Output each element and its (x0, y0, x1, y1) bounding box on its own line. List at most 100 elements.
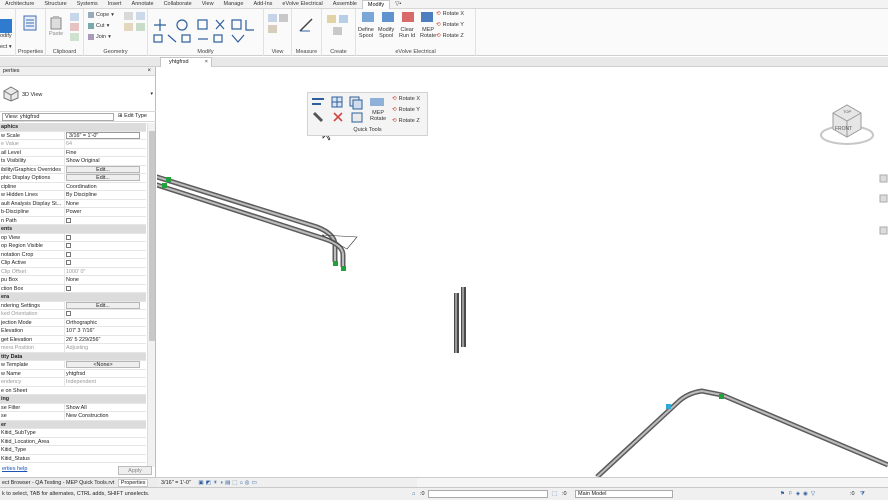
type-selector[interactable]: 3D View ▾ (0, 76, 156, 112)
property-edit-button[interactable]: <None> (66, 361, 140, 368)
qt-mep-rotate-button[interactable]: MEP Rotate (370, 110, 386, 122)
property-value[interactable]: Power (64, 208, 140, 216)
select-dropdown[interactable]: ect ▾ (0, 44, 12, 50)
property-value[interactable]: Coordination (64, 182, 140, 191)
design-options-icon[interactable]: ⬚ (552, 488, 557, 500)
connector-marker[interactable] (166, 177, 171, 182)
property-group-header[interactable]: era (0, 293, 146, 302)
route-icon[interactable] (351, 112, 363, 123)
create-parts-icon[interactable] (339, 15, 348, 23)
linework-icon[interactable] (268, 25, 277, 33)
properties-scrollbar[interactable] (147, 123, 155, 467)
connector-marker[interactable] (719, 394, 724, 399)
filter-icon[interactable]: ⧩ (860, 488, 865, 500)
demolish-icon[interactable] (136, 23, 145, 31)
ribbon-tab[interactable]: Structure (39, 0, 71, 9)
ribbon-tab[interactable]: ▽• (390, 0, 406, 9)
clear-run-id-button[interactable]: Clear Run Id (399, 27, 415, 39)
qt-rotate-z-button[interactable]: ⟲ Rotate Z (392, 118, 420, 124)
property-group-header[interactable]: aphics (0, 123, 146, 132)
modify-spool-button[interactable]: Modify Spool (378, 27, 394, 39)
view-tab-yhtgfrsd[interactable]: yhtgfrsd × (160, 57, 212, 67)
pipe-tool-icon[interactable] (312, 111, 324, 123)
override-icon[interactable] (279, 14, 288, 22)
property-value[interactable]: Fine (64, 148, 140, 157)
property-checkbox[interactable] (66, 217, 71, 223)
ribbon-tab[interactable]: Add-Ins (248, 0, 277, 9)
property-value[interactable]: New Construction (64, 412, 140, 420)
property-value[interactable]: yhtgfrsd (64, 369, 140, 378)
match-properties-icon[interactable] (70, 33, 79, 41)
workset-combo[interactable] (428, 490, 548, 498)
properties-help-link[interactable]: erties help (2, 466, 27, 472)
ribbon-tab[interactable]: Manage (219, 0, 249, 9)
zoom-icon[interactable] (879, 194, 888, 203)
paint-icon[interactable] (124, 23, 133, 31)
scroll-thumb[interactable] (149, 131, 155, 341)
copy-clip-icon[interactable] (70, 13, 79, 21)
connector-marker[interactable] (162, 183, 167, 188)
view-scale[interactable]: 3/16" = 1'-0" (161, 480, 191, 486)
ribbon-tab[interactable]: Annotate (127, 0, 159, 9)
chevron-down-icon[interactable]: ▾ (150, 91, 153, 97)
ribbon-tab[interactable]: View (197, 0, 219, 9)
vertical-pipes[interactable] (454, 287, 466, 353)
property-checkbox[interactable] (66, 234, 71, 240)
grid-icon[interactable] (331, 96, 343, 108)
properties-tab[interactable]: Properties (117, 479, 149, 487)
ribbon-tab[interactable]: eVolve Electrical (277, 0, 327, 9)
properties-icon[interactable] (23, 15, 37, 31)
define-spool-icon[interactable] (362, 12, 374, 22)
cut-clip-icon[interactable] (70, 23, 79, 31)
steering-wheel-icon[interactable] (879, 174, 888, 183)
selection-filter-icons[interactable]: ⚑⚐◈◉▽ (780, 488, 818, 500)
property-checkbox[interactable] (66, 251, 71, 257)
property-checkbox[interactable] (66, 285, 71, 291)
modify-tool-icon[interactable] (0, 19, 12, 33)
ribbon-tab[interactable]: Assemble (328, 0, 362, 9)
property-group-header[interactable]: ing (0, 395, 146, 404)
ribbon-tab[interactable]: Systems (72, 0, 103, 9)
property-edit-button[interactable]: Edit... (66, 174, 140, 181)
rotate-z-button[interactable]: ⟲ Rotate Z (436, 33, 464, 39)
ribbon-tab[interactable]: Collaborate (159, 0, 197, 9)
create-assembly-icon[interactable] (327, 15, 336, 23)
viewcube[interactable]: FRONT TOP (820, 104, 874, 145)
edit-type-button[interactable]: ⊞ Edit Type (118, 113, 147, 119)
connector-marker[interactable] (666, 404, 671, 409)
property-value[interactable]: Show All (64, 403, 140, 412)
property-value[interactable]: By Discipline (64, 191, 140, 199)
property-value[interactable]: None (64, 276, 140, 284)
property-value[interactable]: 107' 3 7/16" (64, 327, 140, 335)
view-control-icons[interactable]: ▣◩☀◑▤⬚⌂◎▭ (198, 480, 258, 486)
property-value[interactable]: Show Original (64, 157, 140, 165)
wall-joins-icon[interactable] (124, 12, 133, 20)
pipe-run-lower[interactable] (595, 388, 888, 477)
property-edit-button[interactable]: Edit... (66, 165, 140, 173)
close-icon[interactable]: × (205, 58, 208, 67)
mep-rotate-icon[interactable] (421, 12, 433, 22)
canvas-horizontal-scrollbar[interactable] (417, 477, 888, 487)
property-group-header[interactable]: ents (0, 225, 146, 234)
ribbon-tab[interactable]: Modify (361, 0, 391, 9)
measure-icon[interactable] (298, 15, 316, 35)
project-browser-tab[interactable]: ect Browser - QA Testing - MEP Quick Too… (0, 480, 116, 486)
close-icon[interactable]: × (147, 68, 151, 74)
apply-button[interactable]: Apply (118, 466, 152, 475)
cope-button[interactable]: Cope ▾ (88, 12, 114, 18)
qt-rotate-x-button[interactable]: ⟲ Rotate X (392, 96, 420, 102)
create-group-icon[interactable] (333, 27, 342, 35)
qt-rotate-y-button[interactable]: ⟲ Rotate Y (392, 107, 420, 113)
join-button[interactable]: Join ▾ (88, 34, 111, 40)
connector-marker[interactable] (341, 266, 346, 271)
property-value[interactable]: 26' 5 229/256" (64, 335, 140, 344)
transfer-icon[interactable] (370, 98, 384, 106)
rotate-y-button[interactable]: ⟲ Rotate Y (436, 22, 464, 28)
model-view[interactable]: FRONT TOP (157, 67, 888, 477)
mep-rotate-button[interactable]: MEP Rotate (420, 27, 436, 39)
worksharing-icon[interactable]: ⌂ (412, 488, 415, 500)
drawing-canvas[interactable]: FRONT TOP MEP Rotate ⟲ Rotate X ⟲ Rotate Y… (157, 67, 888, 477)
cut-button[interactable]: Cut ▾ (88, 23, 109, 29)
property-value[interactable]: None (64, 199, 140, 208)
align-icon[interactable] (312, 98, 324, 105)
